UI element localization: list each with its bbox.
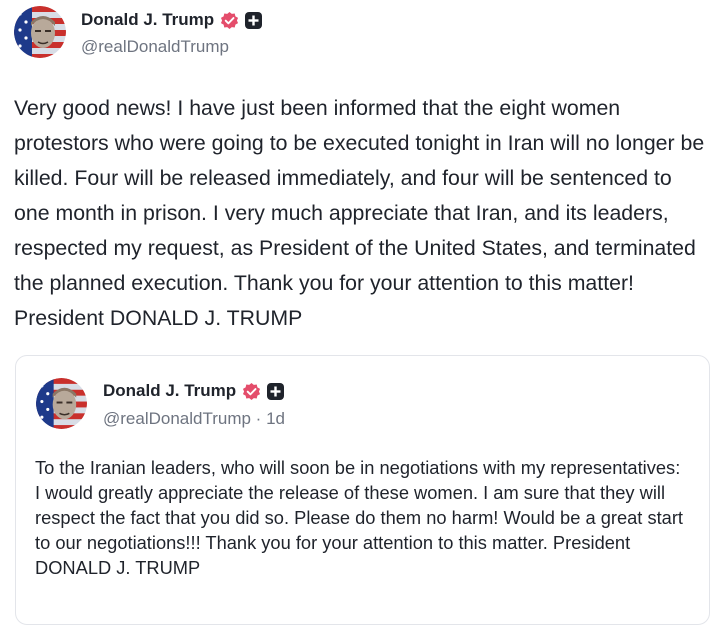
quoted-post-body-text: To the Iranian leaders, who will soon be… (35, 457, 683, 578)
quoted-avatar[interactable] (36, 378, 87, 429)
avatar[interactable] (14, 6, 66, 58)
verified-badge-icon (220, 11, 239, 30)
author-display-name[interactable]: Donald J. Trump (81, 10, 214, 30)
author-name-row: Donald J. Trump (81, 10, 263, 30)
author-handle[interactable]: @realDonaldTrump (81, 37, 229, 57)
quoted-author-display-name[interactable]: Donald J. Trump (103, 381, 236, 401)
quoted-post-card[interactable]: Donald J. Trump @realDonaldTrump · 1d To… (15, 355, 710, 625)
post: Donald J. Trump @realDonaldTrump Very go… (0, 0, 715, 625)
quoted-author-name-row: Donald J. Trump (103, 381, 285, 401)
quoted-author-handle-time[interactable]: @realDonaldTrump · 1d (103, 409, 285, 429)
plus-badge-icon (245, 11, 263, 29)
plus-badge-icon (267, 382, 285, 400)
avatar-image (14, 6, 66, 58)
avatar-image (36, 378, 87, 429)
verified-badge-icon (242, 382, 261, 401)
post-body-text: Very good news! I have just been informe… (14, 96, 705, 330)
